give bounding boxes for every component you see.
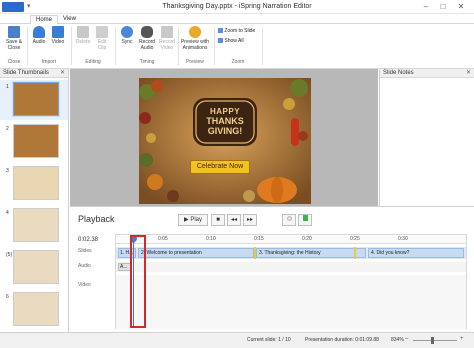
ribbon: Save & Close Audio Video Delete Edit Cli… [0,24,474,69]
zoom-slider-thumb[interactable] [431,337,434,344]
video-icon [52,26,64,38]
close-icon[interactable]: ✕ [455,1,467,12]
slide-notes-panel: Slide Notes ✕ [379,69,474,206]
ribbon-tabs: Home View [0,14,474,24]
slide-thumbnail[interactable]: (5) [0,248,68,288]
zoom-to-slide-icon [218,28,223,34]
import-video-button[interactable]: Video [49,26,67,45]
stop-button[interactable]: ■ [211,214,225,226]
show-all-icon [218,38,223,44]
sync-icon [121,26,133,38]
forward-icon: ▸▸ [246,217,254,223]
save-close-button[interactable]: Save & Close [3,26,25,51]
slide-thumbnail[interactable]: 2 [0,122,68,162]
minimize-icon[interactable]: – [420,1,432,12]
duration-status: Presentation duration: 0:01:09.88 [305,337,379,343]
notes-text-area[interactable] [380,78,474,206]
thumbnails-header: Slide Thumbnails ✕ [0,69,68,78]
tab-home[interactable]: Home [30,15,59,24]
selection-highlight [130,235,146,328]
headphones-icon [33,26,45,38]
save-icon [8,26,20,38]
rewind-icon: ◂◂ [230,217,238,223]
slide-thumbnails-panel: Slide Thumbnails ✕ 1 2 3 4 (5) 6 [0,69,69,332]
audio-track [116,262,466,272]
close-icon[interactable]: ✕ [466,69,471,78]
window-title: Thanksgiving Day.pptx - iSpring Narratio… [162,3,312,10]
group-label-preview: Preview [186,59,204,65]
record-button[interactable] [282,214,296,226]
slide-thumbnail[interactable]: 1 [0,80,68,120]
record-audio-button[interactable]: Record Audio [137,26,157,51]
edit-clip-icon [96,26,108,38]
track-label-video: Video [78,282,91,288]
zoom-slider[interactable] [413,340,457,341]
track-label-slides: Slides [78,248,92,254]
slide-canvas: HAPPY THANKS GIVING! Celebrate Now [139,78,311,204]
zoom-to-slide-button[interactable]: Zoom to Slide [218,28,255,34]
slide-marker[interactable] [254,247,256,259]
forward-button[interactable]: ▸▸ [243,214,257,226]
playhead-time: 0:02.38 [78,237,99,243]
edit-clip-button[interactable]: Edit Clip [93,26,111,51]
notes-header: Slide Notes ✕ [380,69,474,78]
status-bar: Current slide: 1 / 10 Presentation durat… [0,332,474,348]
slide-title-line1: HAPPY [209,107,241,116]
zoom-in-icon[interactable]: + [460,336,464,342]
slide-block[interactable]: 3. Thanksgiving: the History [256,248,366,258]
group-label-timing: Timing [139,59,155,65]
slide-block[interactable]: 4. Did you know? [368,248,464,258]
timeline[interactable]: 0:05 0:10 0:15 0:20 0:25 0:30 1. H... 2.… [115,233,467,329]
group-label-zoom: Zoom [231,59,245,65]
tab-view[interactable]: View [58,15,81,24]
record-icon [286,216,292,221]
group-label-editing: Editing [85,59,101,65]
group-label-import: Import [41,59,57,65]
add-marker-button[interactable] [298,214,312,226]
zoom-out-icon[interactable]: – [405,336,408,342]
slide-preview-area: HAPPY THANKS GIVING! Celebrate Now [70,69,378,206]
show-all-button[interactable]: Show All [218,38,244,44]
microphone-icon [141,26,153,38]
slide-thumbnail[interactable]: 6 [0,290,68,330]
close-icon[interactable]: ✕ [60,69,65,78]
record-video-button[interactable]: Record Video [157,26,177,51]
maximize-icon[interactable]: □ [437,1,449,12]
slide-thumbnail[interactable]: 3 [0,164,68,204]
preview-icon [189,26,201,38]
zoom-level: 834% [391,337,404,343]
celebrate-now-button[interactable]: Celebrate Now [190,160,250,174]
sync-button[interactable]: Sync [118,26,136,45]
import-audio-button[interactable]: Audio [30,26,48,45]
track-label-audio: Audio [78,263,91,269]
current-slide-status: Current slide: 1 / 10 [247,337,291,343]
slide-block[interactable]: 2. Welcome to presentation [138,248,254,258]
slide-artwork [139,78,311,204]
play-button[interactable]: ▶ Play [178,214,208,226]
group-label-close: Close [7,59,21,65]
title-bar: ▾ Thanksgiving Day.pptx - iSpring Narrat… [0,0,474,14]
slide-marker[interactable] [354,247,356,259]
slide-title-line3: GIVING! [207,126,243,136]
rewind-button[interactable]: ◂◂ [227,214,241,226]
slide-thumbnail[interactable]: 4 [0,206,68,246]
preview-button[interactable]: Preview with Animations [180,26,210,51]
time-ruler[interactable]: 0:05 0:10 0:15 0:20 0:25 0:30 [116,235,466,244]
video-track [116,275,466,329]
delete-icon [77,26,89,38]
camera-icon [161,26,173,38]
delete-button[interactable]: Delete [74,26,92,45]
stop-icon: ■ [216,217,220,223]
playback-title: Playback [78,214,115,224]
marker-icon [302,215,308,221]
slide-title-line2: THANKS [206,116,244,126]
playback-panel: Playback ▶ Play ■ ◂◂ ▸▸ 0:02.38 Slides A… [70,206,474,332]
